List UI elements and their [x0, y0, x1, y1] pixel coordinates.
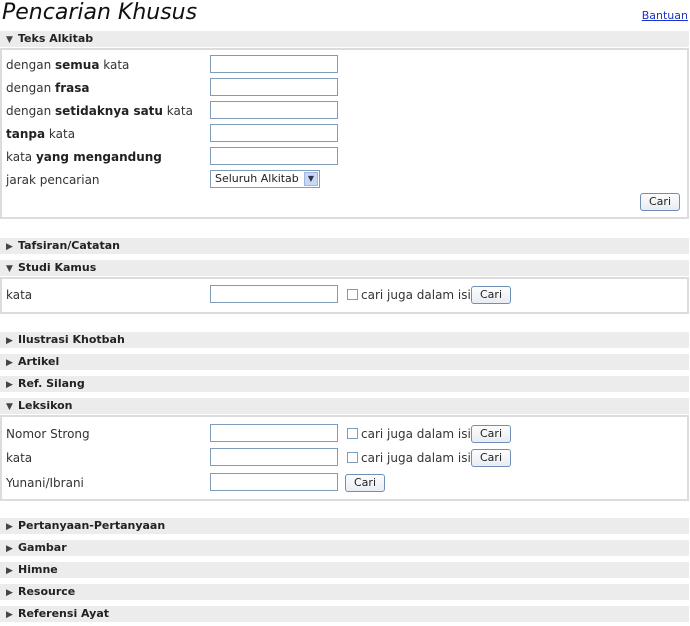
triangle-down-icon: ▼	[6, 264, 13, 274]
section-label: Studi Kamus	[18, 261, 97, 274]
strong-number-input[interactable]	[210, 424, 338, 442]
section-ilustrasi[interactable]: ▶ Ilustrasi Khotbah	[0, 332, 689, 348]
triangle-right-icon: ▶	[6, 336, 13, 346]
range-select[interactable]: Seluruh Alkitab ▼	[210, 170, 320, 188]
teks-alkitab-panel	[0, 48, 689, 219]
triangle-down-icon: ▼	[6, 35, 13, 45]
section-label: Ref. Silang	[18, 377, 85, 390]
section-artikel[interactable]: ▶ Artikel	[0, 354, 689, 370]
section-studi-kamus[interactable]: ▼ Studi Kamus	[0, 260, 689, 276]
section-leksikon[interactable]: ▼ Leksikon	[0, 398, 689, 414]
any-word-label: dengan setidaknya satu kata	[6, 104, 193, 118]
leksikon-word-label: kata	[6, 451, 33, 465]
section-pertanyaan[interactable]: ▶ Pertanyaan-Pertanyaan	[0, 518, 689, 534]
greek-hebrew-input[interactable]	[210, 473, 338, 491]
section-label: Gambar	[18, 541, 67, 554]
phrase-input[interactable]	[210, 78, 338, 96]
leksikon-content-checkbox[interactable]	[347, 452, 358, 463]
chevron-down-icon: ▼	[304, 172, 318, 186]
section-label: Himne	[18, 563, 58, 576]
triangle-right-icon: ▶	[6, 610, 13, 620]
section-label: Tafsiran/Catatan	[18, 239, 120, 252]
section-label: Leksikon	[18, 399, 73, 412]
any-word-input[interactable]	[210, 101, 338, 119]
containing-label: kata yang mengandung	[6, 150, 162, 164]
teks-search-button[interactable]: Cari	[640, 193, 680, 211]
triangle-right-icon: ▶	[6, 544, 13, 554]
studi-content-checkbox[interactable]	[347, 289, 358, 300]
strong-content-checkbox[interactable]	[347, 428, 358, 439]
studi-content-label: cari juga dalam isi	[361, 288, 471, 302]
strong-search-button[interactable]: Cari	[471, 425, 511, 443]
section-himne[interactable]: ▶ Himne	[0, 562, 689, 578]
section-label: Pertanyaan-Pertanyaan	[18, 519, 166, 532]
triangle-right-icon: ▶	[6, 358, 13, 368]
strong-number-label: Nomor Strong	[6, 427, 90, 441]
containing-input[interactable]	[210, 147, 338, 165]
range-label: jarak pencarian	[6, 173, 100, 187]
section-label: Resource	[18, 585, 76, 598]
leksikon-word-search-button[interactable]: Cari	[471, 449, 511, 467]
leksikon-content-label: cari juga dalam isi	[361, 451, 471, 465]
section-gambar[interactable]: ▶ Gambar	[0, 540, 689, 556]
section-tafsiran[interactable]: ▶ Tafsiran/Catatan	[0, 238, 689, 254]
triangle-down-icon: ▼	[6, 402, 13, 412]
section-ref-silang[interactable]: ▶ Ref. Silang	[0, 376, 689, 392]
section-label: Referensi Ayat	[18, 607, 110, 620]
triangle-right-icon: ▶	[6, 380, 13, 390]
without-words-input[interactable]	[210, 124, 338, 142]
section-referensi-ayat[interactable]: ▶ Referensi Ayat	[0, 606, 689, 622]
triangle-right-icon: ▶	[6, 522, 13, 532]
studi-word-label: kata	[6, 288, 33, 302]
greek-hebrew-search-button[interactable]: Cari	[345, 474, 385, 492]
leksikon-word-input[interactable]	[210, 448, 338, 466]
studi-kamus-panel	[0, 277, 689, 314]
section-label: Teks Alkitab	[18, 32, 94, 45]
strong-content-label: cari juga dalam isi	[361, 427, 471, 441]
section-resource[interactable]: ▶ Resource	[0, 584, 689, 600]
studi-word-input[interactable]	[210, 285, 338, 303]
section-label: Artikel	[18, 355, 60, 368]
studi-search-button[interactable]: Cari	[471, 286, 511, 304]
without-words-label: tanpa kata	[6, 127, 76, 141]
all-words-label: dengan semua kata	[6, 58, 130, 72]
section-teks-alkitab[interactable]: ▼ Teks Alkitab	[0, 31, 689, 47]
triangle-right-icon: ▶	[6, 588, 13, 598]
triangle-right-icon: ▶	[6, 242, 13, 252]
section-label: Ilustrasi Khotbah	[18, 333, 125, 346]
help-link[interactable]: Bantuan	[642, 9, 688, 22]
range-value: Seluruh Alkitab	[215, 172, 299, 185]
page-title: Pencarian Khusus	[2, 0, 198, 25]
triangle-right-icon: ▶	[6, 566, 13, 576]
greek-hebrew-label: Yunani/Ibrani	[6, 476, 84, 490]
phrase-label: dengan frasa	[6, 81, 90, 95]
all-words-input[interactable]	[210, 55, 338, 73]
